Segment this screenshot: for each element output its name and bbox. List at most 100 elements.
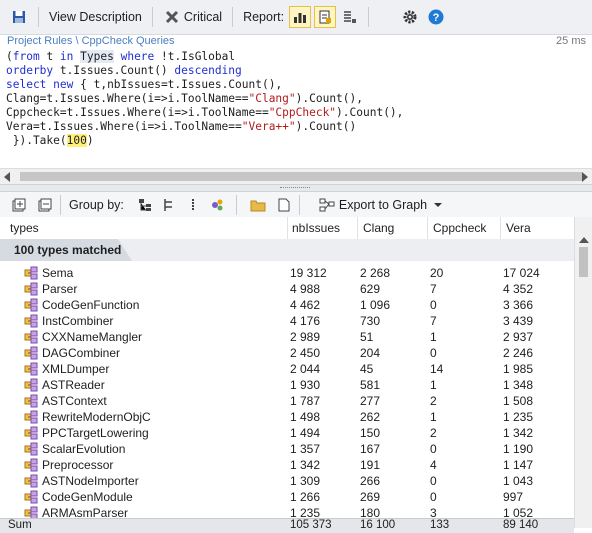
report-document-button[interactable] bbox=[314, 6, 337, 28]
table-row[interactable]: ScalarEvolution 1 357 167 0 1 190 bbox=[0, 441, 574, 457]
column-header-cppcheck[interactable]: Cppcheck bbox=[433, 221, 486, 235]
query-editor[interactable]: (from t in Types where !t.IsGlobal orderb… bbox=[0, 50, 592, 168]
row-vera: 4 352 bbox=[503, 282, 534, 296]
row-nbissues: 1 930 bbox=[290, 378, 321, 392]
row-nbissues: 2 044 bbox=[290, 362, 321, 376]
expand-all-icon[interactable] bbox=[10, 196, 28, 214]
group-by-member-icon[interactable] bbox=[208, 196, 226, 214]
view-description-label: View Description bbox=[49, 10, 142, 24]
row-nbissues: 2 989 bbox=[290, 330, 321, 344]
row-cppcheck: 1 bbox=[430, 410, 437, 424]
table-row[interactable]: CodeGenFunction 4 462 1 096 0 3 366 bbox=[0, 297, 574, 313]
table-row[interactable]: Preprocessor 1 342 191 4 1 147 bbox=[0, 457, 574, 473]
row-vera: 17 024 bbox=[503, 266, 540, 280]
row-cppcheck: 0 bbox=[430, 298, 437, 312]
chevron-down-icon bbox=[434, 202, 443, 207]
table-row[interactable]: DAGCombiner 2 450 204 0 2 246 bbox=[0, 345, 574, 361]
row-clang: 45 bbox=[360, 362, 374, 376]
toolbar-separator bbox=[235, 194, 237, 215]
editor-horizontal-scrollbar[interactable] bbox=[0, 168, 592, 185]
row-clang: 266 bbox=[360, 474, 381, 488]
report-label: Report: bbox=[243, 10, 285, 24]
table-row[interactable]: RewriteModernObjC 1 498 262 1 1 235 bbox=[0, 409, 574, 425]
svg-text:?: ? bbox=[433, 12, 440, 24]
scroll-left-arrow-icon[interactable] bbox=[4, 172, 10, 182]
scrollbar-thumb[interactable] bbox=[20, 172, 582, 181]
critical-button[interactable]: Critical bbox=[159, 5, 226, 29]
row-cppcheck: 2 bbox=[430, 426, 437, 440]
settings-button[interactable] bbox=[397, 5, 423, 29]
row-type-name: DAGCombiner bbox=[42, 346, 121, 360]
code-line: Vera=t.Issues.Where(i=>i.ToolName=="Vera… bbox=[6, 120, 357, 133]
row-clang: 150 bbox=[360, 426, 381, 440]
breadcrumb[interactable]: Project Rules \ CppCheck Queries bbox=[7, 35, 175, 47]
scroll-right-arrow-icon[interactable] bbox=[582, 172, 588, 182]
pane-splitter[interactable] bbox=[0, 184, 592, 192]
export-to-graph-button[interactable]: Export to Graph bbox=[314, 193, 447, 217]
table-row[interactable]: PPCTargetLowering 1 494 150 2 1 342 bbox=[0, 425, 574, 441]
group-by-type-icon[interactable] bbox=[184, 196, 202, 214]
row-nbissues: 1 266 bbox=[290, 490, 321, 504]
column-header-types[interactable]: types bbox=[10, 221, 39, 235]
column-header-vera[interactable]: Vera bbox=[506, 221, 531, 235]
row-type-name: ScalarEvolution bbox=[42, 442, 126, 456]
column-divider[interactable] bbox=[427, 217, 428, 239]
collapse-all-icon[interactable] bbox=[36, 196, 54, 214]
folder-icon[interactable] bbox=[249, 196, 267, 214]
code-line: }).Take(100) bbox=[6, 134, 94, 147]
class-type-icon bbox=[24, 410, 38, 424]
results-vertical-scrollbar[interactable] bbox=[574, 217, 592, 528]
row-nbissues: 4 988 bbox=[290, 282, 321, 296]
table-row[interactable]: Sema 19 312 2 268 20 17 024 bbox=[0, 265, 574, 281]
report-list-icon[interactable] bbox=[340, 8, 358, 26]
row-nbissues: 1 357 bbox=[290, 442, 321, 456]
row-vera: 2 246 bbox=[503, 346, 534, 360]
row-type-name: RewriteModernObjC bbox=[42, 410, 151, 424]
sum-label: Sum bbox=[8, 519, 32, 531]
row-vera: 1 147 bbox=[503, 458, 534, 472]
class-type-icon bbox=[24, 330, 38, 344]
table-row[interactable]: XMLDumper 2 044 45 14 1 985 bbox=[0, 361, 574, 377]
query-timing: 25 ms bbox=[556, 35, 586, 47]
row-clang: 262 bbox=[360, 410, 381, 424]
table-row[interactable]: ASTContext 1 787 277 2 1 508 bbox=[0, 393, 574, 409]
bar-chart-icon bbox=[294, 13, 307, 23]
table-row[interactable]: CXXNameMangler 2 989 51 1 2 937 bbox=[0, 329, 574, 345]
code-line: (from t in Types where !t.IsGlobal bbox=[6, 50, 236, 63]
row-type-name: CodeGenModule bbox=[42, 490, 133, 504]
view-description-button[interactable]: View Description bbox=[45, 5, 146, 29]
code-line: select new { t,nbIssues=t.Issues.Count()… bbox=[6, 78, 283, 91]
row-nbissues: 4 462 bbox=[290, 298, 321, 312]
file-icon[interactable] bbox=[275, 196, 293, 214]
table-row[interactable]: CodeGenModule 1 266 269 0 997 bbox=[0, 489, 574, 505]
group-by-namespace-icon[interactable] bbox=[160, 196, 178, 214]
save-icon bbox=[10, 8, 28, 26]
group-by-assembly-icon[interactable] bbox=[136, 196, 154, 214]
row-clang: 277 bbox=[360, 394, 381, 408]
column-divider[interactable] bbox=[357, 217, 358, 239]
row-vera: 1 235 bbox=[503, 410, 534, 424]
table-row[interactable]: ASTReader 1 930 581 1 1 348 bbox=[0, 377, 574, 393]
row-vera: 3 439 bbox=[503, 314, 534, 328]
table-row[interactable]: ASTNodeImporter 1 309 266 0 1 043 bbox=[0, 473, 574, 489]
report-chart-button[interactable] bbox=[289, 6, 312, 28]
column-divider[interactable] bbox=[500, 217, 501, 239]
table-row[interactable]: Parser 4 988 629 7 4 352 bbox=[0, 281, 574, 297]
scroll-up-arrow-icon[interactable] bbox=[579, 237, 589, 243]
column-header-nbissues[interactable]: nbIssues bbox=[292, 221, 340, 235]
row-clang: 269 bbox=[360, 490, 381, 504]
group-header[interactable]: 100 types matched bbox=[0, 239, 574, 261]
column-divider[interactable] bbox=[287, 217, 288, 239]
save-button[interactable] bbox=[6, 5, 32, 29]
row-vera: 3 366 bbox=[503, 298, 534, 312]
row-cppcheck: 0 bbox=[430, 490, 437, 504]
row-cppcheck: 14 bbox=[430, 362, 444, 376]
row-cppcheck: 0 bbox=[430, 474, 437, 488]
class-type-icon bbox=[24, 426, 38, 440]
scrollbar-thumb[interactable] bbox=[579, 247, 588, 277]
help-button[interactable]: ? bbox=[423, 5, 449, 29]
table-row[interactable]: InstCombiner 4 176 730 7 3 439 bbox=[0, 313, 574, 329]
column-header-clang[interactable]: Clang bbox=[363, 221, 394, 235]
class-type-icon bbox=[24, 266, 38, 280]
row-clang: 167 bbox=[360, 442, 381, 456]
